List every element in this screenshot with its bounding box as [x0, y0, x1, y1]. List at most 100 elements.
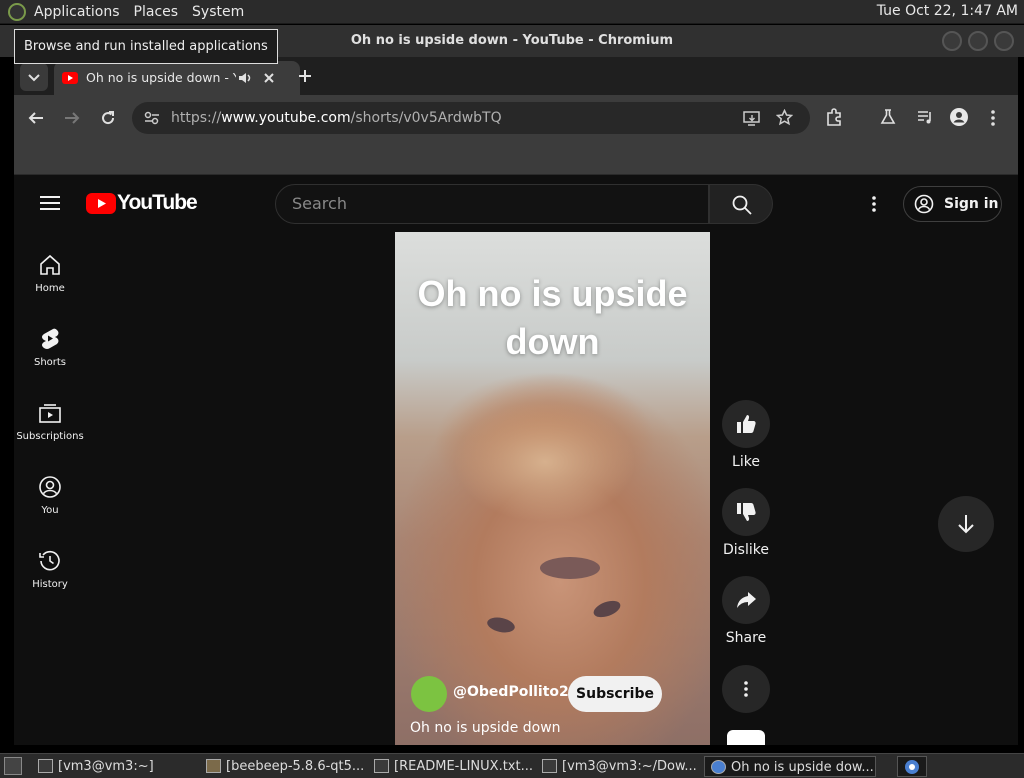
- bookmarks-bar: [14, 141, 1018, 175]
- folder-icon: [206, 759, 221, 773]
- subscribe-button[interactable]: Subscribe: [568, 676, 662, 712]
- taskbar-item-chromium[interactable]: Oh no is upside dow...: [704, 756, 876, 777]
- nav-you[interactable]: You: [14, 475, 86, 516]
- forward-icon[interactable]: [64, 110, 80, 126]
- applications-tooltip: Browse and run installed applications: [14, 29, 278, 64]
- hamburger-menu-icon[interactable]: [40, 195, 60, 211]
- close-tab-icon[interactable]: [263, 72, 275, 84]
- address-bar[interactable]: https://www.youtube.com/shorts/v0v5Ardwb…: [132, 102, 810, 134]
- taskbar-item-label: Oh no is upside dow...: [731, 760, 874, 775]
- browser-toolbar: https://www.youtube.com/shorts/v0v5Ardwb…: [14, 95, 1018, 141]
- video-face-nose: [540, 557, 600, 579]
- nav-home[interactable]: Home: [14, 253, 86, 294]
- like-button[interactable]: Like: [722, 400, 770, 470]
- url-path: /shorts/v0v5ArdwbTQ: [350, 110, 502, 126]
- back-icon[interactable]: [28, 110, 44, 126]
- search-icon: [732, 195, 752, 215]
- taskbar-item-label: [vm3@vm3:~/Dow...: [562, 759, 697, 774]
- window-title: Oh no is upside down - YouTube - Chromiu…: [350, 33, 674, 48]
- labs-flask-icon[interactable]: [879, 108, 897, 126]
- clock[interactable]: Tue Oct 22, 1:47 AM: [877, 3, 1018, 19]
- share-arrow-icon: [737, 592, 756, 608]
- chromium-icon: [711, 760, 726, 774]
- subscriptions-icon: [39, 404, 61, 423]
- profile-icon[interactable]: [949, 107, 969, 127]
- account-icon: [914, 194, 934, 214]
- youtube-logo-icon: [86, 193, 116, 214]
- more-actions-button[interactable]: [722, 665, 770, 719]
- system-panel: Applications Places System Tue Oct 22, 1…: [0, 0, 1024, 24]
- bookmark-star-icon[interactable]: [776, 109, 793, 126]
- browser-menu-icon[interactable]: [990, 109, 996, 127]
- media-controls-icon[interactable]: [916, 108, 934, 126]
- workspace-switcher[interactable]: [897, 756, 927, 777]
- taskbar-item-folder[interactable]: [beebeep-5.8.6-qt5...: [200, 756, 366, 777]
- url-scheme: https://: [171, 110, 222, 126]
- nav-history[interactable]: History: [14, 549, 86, 590]
- text-file-icon: [374, 759, 389, 773]
- video-face-eye: [591, 597, 623, 621]
- taskbar-item-terminal-1[interactable]: [vm3@vm3:~]: [32, 756, 198, 777]
- url-text: https://www.youtube.com/shorts/v0v5Ardwb…: [171, 102, 502, 134]
- youtube-favicon-icon: [62, 72, 78, 84]
- nav-you-label: You: [41, 505, 59, 516]
- thumbs-up-icon: [737, 415, 756, 433]
- speaker-icon[interactable]: [238, 71, 252, 85]
- taskbar-item-label: [README-LINUX.txt...: [394, 759, 533, 774]
- chevron-down-icon: [28, 74, 40, 82]
- taskbar-item-terminal-2[interactable]: [vm3@vm3:~/Dow...: [536, 756, 702, 777]
- terminal-icon: [542, 759, 557, 773]
- extensions-icon[interactable]: [825, 108, 843, 126]
- install-app-icon[interactable]: [743, 110, 761, 126]
- search-button[interactable]: [709, 184, 773, 224]
- dislike-label: Dislike: [723, 542, 769, 558]
- taskbar-item-label: [vm3@vm3:~]: [58, 759, 154, 774]
- maximize-button[interactable]: [968, 31, 988, 51]
- active-tab[interactable]: Oh no is upside down - Yo: [54, 61, 300, 95]
- sound-thumbnail[interactable]: [727, 730, 765, 745]
- video-caption[interactable]: Oh no is upside down: [410, 720, 561, 736]
- youtube-logo-text: YouTube: [117, 191, 198, 214]
- tab-search-button[interactable]: [20, 63, 48, 91]
- terminal-icon: [38, 759, 53, 773]
- video-overlay-title: Oh no is upside down: [417, 273, 688, 362]
- close-window-button[interactable]: [994, 31, 1014, 51]
- nav-subscriptions-label: Subscriptions: [16, 431, 84, 442]
- share-label: Share: [725, 630, 767, 646]
- video-face-eye: [485, 615, 517, 635]
- settings-more-icon[interactable]: [871, 195, 877, 213]
- nav-shorts-label: Shorts: [33, 357, 67, 368]
- distro-logo-icon[interactable]: [8, 2, 26, 21]
- next-short-button[interactable]: [938, 496, 994, 552]
- arrow-down-icon: [958, 515, 974, 534]
- show-desktop-icon[interactable]: [4, 757, 22, 775]
- you-icon: [39, 476, 61, 498]
- nav-subscriptions[interactable]: Subscriptions: [14, 401, 86, 442]
- nav-history-label: History: [32, 579, 68, 590]
- new-tab-icon[interactable]: [298, 69, 312, 83]
- taskbar-item-readme[interactable]: [README-LINUX.txt...: [368, 756, 534, 777]
- tab-title: Oh no is upside down - Yo: [86, 70, 236, 85]
- nav-shorts[interactable]: Shorts: [14, 327, 86, 368]
- youtube-page: YouTube Search Sign in Home Shorts Subsc…: [14, 175, 1018, 745]
- search-input[interactable]: Search: [275, 184, 709, 224]
- more-vert-icon: [744, 681, 748, 697]
- minimize-button[interactable]: [942, 31, 962, 51]
- shorts-video-player[interactable]: Oh no is upside down @ObedPollito285 Sub…: [395, 232, 710, 745]
- dislike-button[interactable]: Dislike: [722, 488, 770, 558]
- system-menu[interactable]: System: [192, 4, 244, 20]
- places-menu[interactable]: Places: [134, 4, 179, 20]
- chromium-icon: [905, 760, 919, 774]
- home-icon: [40, 254, 60, 275]
- like-label: Like: [732, 454, 760, 470]
- sign-in-button[interactable]: Sign in: [903, 186, 1002, 222]
- share-button[interactable]: Share: [722, 576, 770, 646]
- reload-icon[interactable]: [100, 110, 116, 126]
- nav-home-label: Home: [35, 283, 65, 294]
- site-info-icon[interactable]: [144, 111, 160, 125]
- shorts-icon: [42, 328, 59, 349]
- thumbs-down-icon: [737, 503, 756, 521]
- applications-menu[interactable]: Applications: [34, 4, 120, 20]
- url-domain: www.youtube.com: [221, 110, 351, 126]
- channel-avatar[interactable]: [411, 676, 447, 712]
